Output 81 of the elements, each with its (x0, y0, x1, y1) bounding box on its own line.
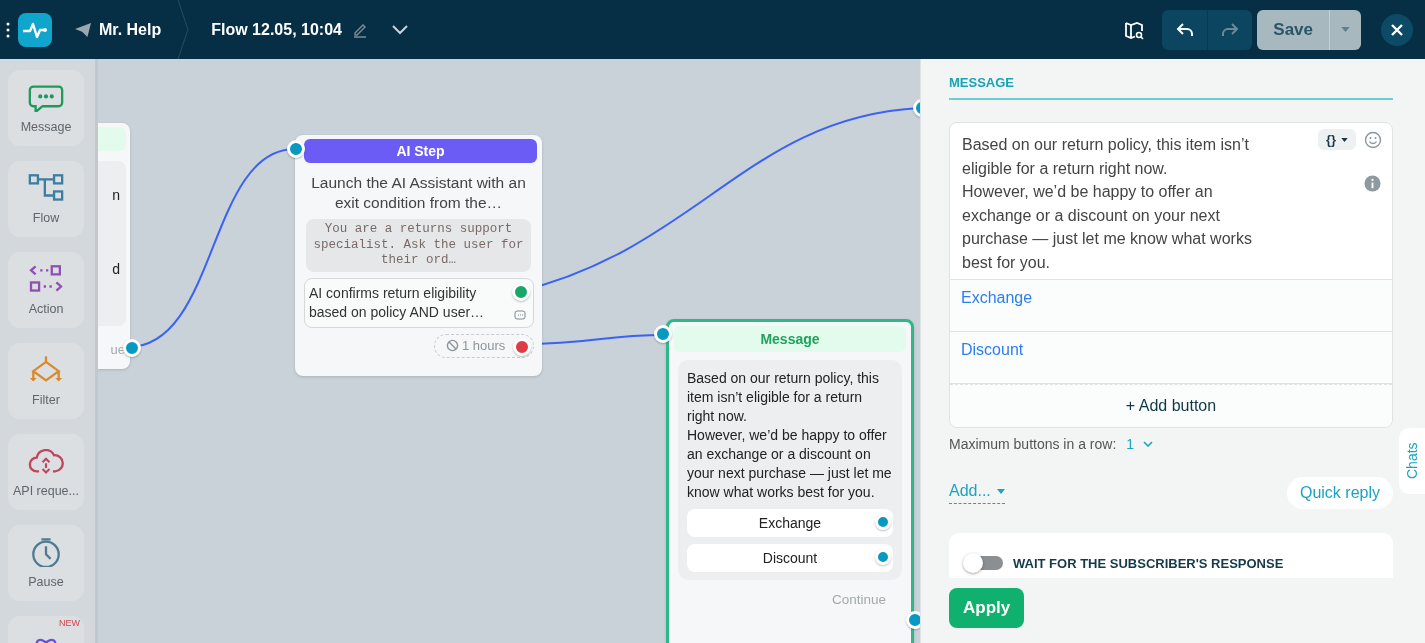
info-icon (1364, 175, 1381, 192)
continue-label: Continue (831, 592, 886, 607)
palette-item-label: Action (28, 302, 64, 316)
palette-item[interactable]: Flow (8, 161, 84, 237)
message-input-text: Based on our return policy, this item isn’t eligible for a return right now. However, we’d be happy to offer an exchange or a discount on your next purchase — just let me know what works best for you. (962, 135, 1253, 273)
palette-item[interactable]: Filter (8, 343, 84, 419)
caret-icon (996, 488, 1005, 494)
quick-reply-button[interactable]: Quick reply (1286, 477, 1393, 509)
connection-port[interactable] (123, 339, 141, 357)
node-description: Launch the AI Assistant with an exit condition from the… (310, 173, 527, 213)
connection-port[interactable] (512, 282, 530, 301)
palette-item-label: Flow (32, 211, 60, 225)
map-search-icon[interactable] (1124, 19, 1145, 40)
palette-item[interactable]: Message (8, 70, 84, 146)
redo-icon (1221, 21, 1240, 38)
palette-item-label: Filter (32, 393, 60, 407)
reply-button[interactable]: Exchange (687, 509, 893, 537)
connection-port[interactable] (287, 140, 305, 158)
cloud-icon (28, 446, 64, 476)
emoji-icon[interactable] (1364, 130, 1382, 149)
condition-text: AI confirms return eligibility based on policy AND user… (309, 283, 486, 322)
max-buttons-label: Maximum buttons in a row: (949, 436, 1117, 452)
palette-item[interactable]: API reque... (8, 434, 84, 510)
button-label-link[interactable]: Exchange (961, 289, 1033, 306)
message-node[interactable] (666, 319, 914, 643)
timeout-text: 1 hours (462, 338, 506, 353)
node-text: d (112, 261, 120, 277)
no-entry-icon (446, 339, 459, 352)
message-tab[interactable]: MESSAGE (949, 75, 1393, 100)
node-header (98, 127, 126, 151)
palette-item[interactable]: Action (8, 252, 84, 328)
caret-icon (1341, 27, 1350, 32)
undo-icon (1175, 21, 1194, 38)
close-button[interactable] (1381, 13, 1413, 46)
apply-button[interactable]: Apply (949, 588, 1025, 628)
variables-button[interactable]: {} (1317, 129, 1356, 150)
new-label: NEW (59, 618, 80, 628)
close-icon (1390, 22, 1404, 37)
connection-port[interactable] (513, 337, 531, 356)
button-row[interactable]: Exchange (950, 280, 1392, 332)
send-icon (74, 21, 92, 38)
flow-node[interactable]: n d ue (98, 123, 130, 369)
reply-button-label: Exchange (758, 515, 822, 531)
flow-diagram-icon (28, 173, 64, 203)
reply-button[interactable]: Discount (687, 544, 893, 572)
wait-toggle[interactable] (965, 556, 1003, 570)
connection-port[interactable] (875, 549, 891, 565)
message-text: Based on our return policy, this item isn’t eligible for a return right now. However, we’d be happy to offer an exchange or a discount on your next purchase — just let me know what works best for you. (687, 369, 893, 502)
add-button[interactable]: + Add button (950, 384, 1392, 427)
logo-icon[interactable] (18, 12, 52, 47)
prompt-preview: You are a returns support specialist. Ask the user for their ord… (306, 219, 531, 272)
chevron-down-icon (1143, 441, 1154, 447)
connection-port[interactable] (875, 514, 891, 530)
exit-condition[interactable]: AI confirms return eligibility based on policy AND user… (304, 277, 534, 328)
button-label-link[interactable]: Discount (961, 341, 1024, 358)
palette-item-label: API reque... (13, 484, 79, 498)
breadcrumb-separator-icon (177, 0, 190, 59)
node-text: n (112, 187, 120, 203)
node-title: Message (674, 326, 906, 352)
chat-bubble-icon (28, 82, 64, 112)
add-dropdown[interactable]: Add... (949, 482, 1005, 504)
menu-icon[interactable] (6, 21, 10, 38)
chevron-down-icon[interactable] (391, 24, 408, 35)
palette-item[interactable]: Pause (8, 525, 84, 601)
reply-button-label: Discount (762, 550, 818, 566)
continue-label: ue (110, 342, 125, 357)
node-title: AI Step (304, 139, 537, 163)
button-row[interactable]: Discount (950, 332, 1392, 384)
ai-step-node[interactable]: AI Step Launch the AI Assistant with an exit condition from the… You are a returns support specialist. Ask the user for their ord… AI confirms return eligibility based on policy AND user… 1 hours (295, 135, 542, 376)
caret-icon (1341, 137, 1348, 142)
wait-label: WAIT FOR THE SUBSCRIBER'S RESPONSE (1013, 555, 1284, 571)
flow-title: Flow 12.05, 10:04 (211, 20, 342, 39)
bot-name[interactable]: Mr. Help (99, 20, 162, 39)
palette-item[interactable]: NEW (8, 616, 84, 643)
palette-item-label: Message (20, 120, 72, 134)
connection-port[interactable] (654, 325, 672, 343)
action-blocks-icon (28, 264, 64, 294)
chat-icon (514, 309, 526, 322)
max-buttons-dropdown[interactable]: 1 (1126, 436, 1154, 452)
palette-item-label: Pause (28, 575, 64, 589)
chats-tab[interactable]: Chats (1399, 428, 1425, 494)
